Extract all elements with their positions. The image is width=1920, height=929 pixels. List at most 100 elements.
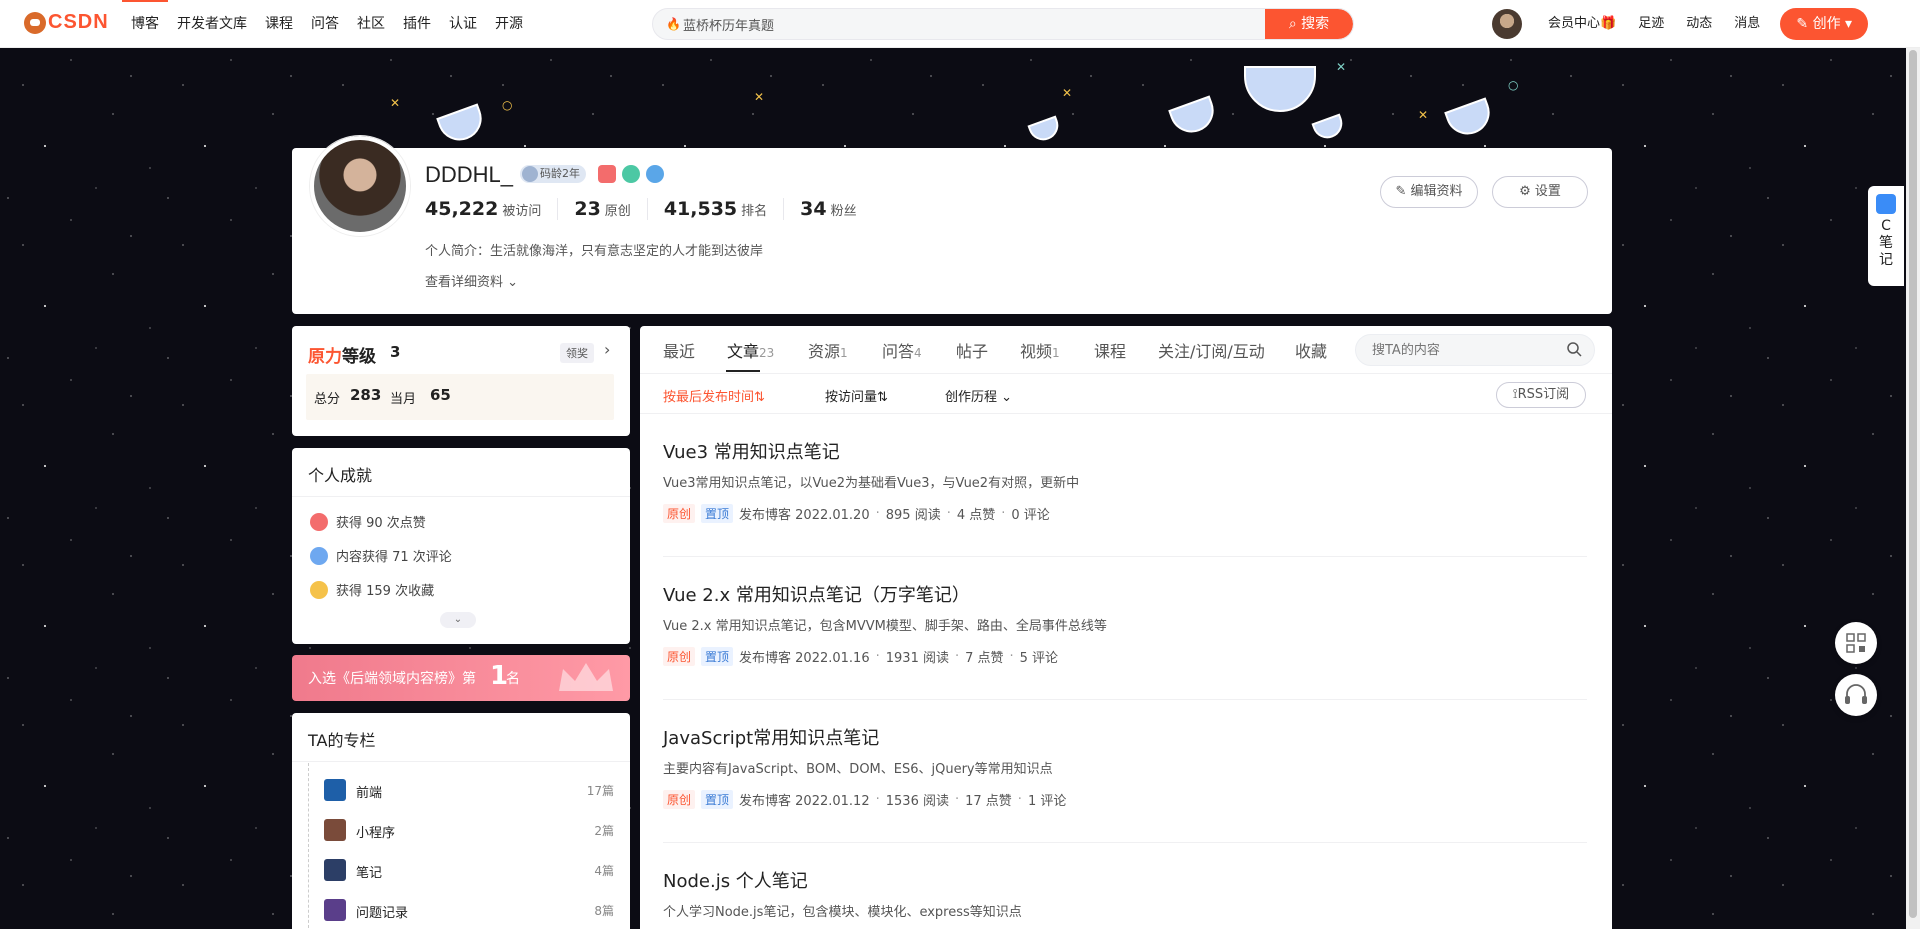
star-decoration: ✕ (1336, 60, 1347, 74)
force-title-accent: 原力 (308, 347, 342, 367)
nav-qa[interactable]: 问答 (302, 0, 348, 48)
csdn-logo-icon (24, 11, 46, 34)
gift-icon: 🎁 (1600, 16, 1617, 31)
csdn-logo[interactable]: CSDN (24, 11, 109, 34)
messages-link[interactable]: 消息 (1734, 0, 1760, 48)
global-search: 🔥 ⌕ 搜索 (652, 8, 1354, 40)
article-title[interactable]: Vue3 常用知识点笔记 (663, 438, 840, 464)
nav-open-source[interactable]: 开源 (486, 0, 532, 48)
claim-reward-button[interactable]: 领奖 (560, 343, 594, 363)
page-scrollbar[interactable] (1906, 48, 1920, 929)
vip-center-link[interactable]: 会员中心🎁 (1548, 0, 1616, 48)
scrollbar-thumb[interactable] (1909, 50, 1917, 918)
article-item[interactable]: Vue3 常用知识点笔记 Vue3常用知识点笔记，以Vue2为基础看Vue3，与… (663, 414, 1587, 557)
tab-recent[interactable]: 最近 (663, 338, 695, 362)
star-decoration: ✕ (754, 90, 765, 104)
article-item[interactable]: Node.js 个人笔记 个人学习Node.js笔记，包含模块、模块化、expr… (663, 843, 1587, 929)
gear-icon: ⚙ (1519, 184, 1531, 199)
create-button[interactable]: ✎ 创作 ▾ (1780, 8, 1869, 40)
tab-qa[interactable]: 问答4 (882, 338, 922, 362)
tab-label: 课程 (1094, 342, 1127, 361)
read-count: 895 阅读 (885, 508, 941, 523)
publish-date: 发布博客 2022.01.12 (739, 794, 870, 809)
coding-age-badge: 码龄2年 (520, 165, 586, 183)
expand-achievements-button[interactable]: ⌄ (440, 612, 476, 628)
search-icon: ⌕ (1288, 16, 1297, 32)
column-item[interactable]: 笔记 4篇 (324, 859, 614, 881)
nav-community[interactable]: 社区 (348, 0, 394, 48)
honor-badge-icon (598, 165, 616, 183)
tab-label: 问答 (882, 342, 915, 361)
activity-link[interactable]: 动态 (1686, 0, 1712, 48)
original-tag: 原创 (663, 790, 696, 809)
creation-history-dropdown[interactable]: 创作历程 ⌄ (945, 386, 1012, 405)
separator: · (1001, 506, 1006, 521)
divider (292, 496, 630, 497)
stat-value: 34 (800, 198, 827, 220)
nav-courses[interactable]: 课程 (256, 0, 302, 48)
force-title-rest: 等级 (342, 347, 376, 367)
score-box: 总分 283 当月 65 (306, 374, 614, 420)
rss-button[interactable]: ⟟RSS订阅 (1496, 382, 1586, 408)
user-avatar[interactable] (1492, 9, 1522, 39)
pinned-tag: 置顶 (701, 647, 734, 666)
customer-service-button[interactable] (1835, 674, 1877, 716)
article-item[interactable]: Vue 2.x 常用知识点笔记（万字笔记） Vue 2.x 常用知识点笔记，包含… (663, 557, 1587, 700)
settings-button[interactable]: ⚙ 设置 (1492, 176, 1588, 208)
tab-label: 文章 (727, 342, 760, 361)
qr-code-button[interactable] (1835, 622, 1877, 664)
tab-posts[interactable]: 帖子 (956, 338, 988, 362)
c-notes-label: C笔记 (1879, 218, 1893, 268)
nav-blog[interactable]: 博客 (122, 0, 168, 48)
original-tag: 原创 (663, 504, 696, 523)
column-name: 问题记录 (356, 906, 409, 921)
article-item[interactable]: JavaScript常用知识点笔记 主要内容有JavaScript、BOM、DO… (663, 700, 1587, 843)
search-button[interactable]: ⌕ 搜索 (1265, 9, 1353, 39)
column-item[interactable]: 问题记录 8篇 (324, 899, 614, 921)
chevron-right-icon[interactable]: › (604, 340, 610, 359)
achievements-card: 个人成就 获得 90 次点赞 内容获得 71 次评论 获得 159 次收藏 ⌄ (292, 448, 630, 644)
column-item[interactable]: 小程序 2篇 (324, 819, 614, 841)
star-decoration: ✕ (1062, 86, 1073, 100)
nav-plugins[interactable]: 插件 (394, 0, 440, 48)
tab-label: 最近 (663, 342, 696, 361)
columns-card: TA的专栏 前端 17篇 小程序 2篇 笔记 4篇 问题记录 8篇 (292, 713, 630, 929)
vip-center-label: 会员中心 (1548, 16, 1601, 31)
article-title[interactable]: Vue 2.x 常用知识点笔记（万字笔记） (663, 581, 970, 607)
user-search-input[interactable] (1372, 341, 1562, 359)
separator: · (875, 792, 880, 807)
stat-label: 原创 (604, 204, 631, 219)
achievement-text: 内容获得 71 次评论 (336, 550, 452, 565)
view-details-link[interactable]: 查看详细资料 ⌄ (425, 271, 518, 290)
column-item[interactable]: 前端 17篇 (324, 779, 614, 801)
achievement-item: 获得 90 次点赞 (310, 512, 426, 531)
sort-by-views[interactable]: 按访问量⇅ (825, 386, 888, 405)
nav-certification[interactable]: 认证 (440, 0, 486, 48)
c-notes-sidebar[interactable]: C笔记 (1868, 186, 1904, 286)
read-count: 1931 阅读 (885, 651, 949, 666)
tree-line (308, 763, 309, 929)
stat-label: 排名 (741, 204, 768, 219)
tab-courses[interactable]: 课程 (1094, 338, 1126, 362)
tab-videos[interactable]: 视频1 (1020, 338, 1060, 362)
nav-library[interactable]: 开发者文库 (168, 0, 256, 48)
tab-favorites[interactable]: 收藏 (1295, 338, 1327, 362)
search-button-label: 搜索 (1301, 16, 1330, 32)
tab-articles[interactable]: 文章23 (727, 338, 774, 362)
divider (292, 761, 630, 762)
profile-name: DDDHL_ (425, 162, 514, 187)
pinned-tag: 置顶 (701, 504, 734, 523)
search-input[interactable] (683, 9, 1263, 39)
rank-banner[interactable]: 入选《后端领域内容榜》第 1 名 (292, 655, 630, 701)
search-icon[interactable] (1566, 341, 1582, 357)
tab-follow[interactable]: 关注/订阅/互动 (1158, 338, 1265, 362)
profile-avatar[interactable] (310, 136, 410, 236)
article-title[interactable]: Node.js 个人笔记 (663, 867, 808, 893)
stat-original: 23 原创 (574, 198, 648, 220)
sort-by-time[interactable]: 按最后发布时间⇅ (663, 386, 765, 405)
separator: · (946, 506, 951, 521)
footprint-link[interactable]: 足迹 (1638, 0, 1664, 48)
article-title[interactable]: JavaScript常用知识点笔记 (663, 724, 879, 750)
edit-profile-button[interactable]: ✎ 编辑资料 (1380, 176, 1478, 208)
tab-resources[interactable]: 资源1 (808, 338, 848, 362)
